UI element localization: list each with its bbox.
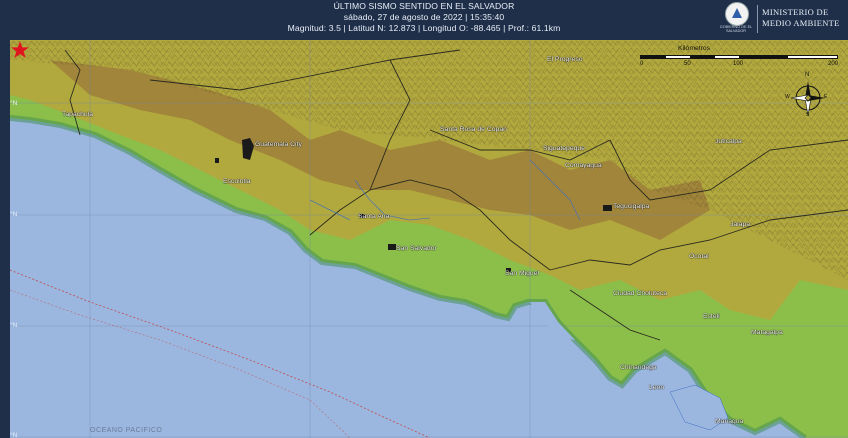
scale-tick-0: 0 [640, 61, 644, 67]
place-tapachula: Tapachula [62, 111, 93, 118]
scale-tick-200: 200 [828, 61, 839, 67]
compass-s: S [806, 112, 810, 118]
place-matagalpa: Matagalpa [751, 329, 783, 336]
place-comayagua: Comayagua [565, 162, 602, 169]
place-managua: Managua [715, 418, 744, 425]
place-ocotal: Ocotal [689, 253, 709, 260]
scale-bar: Kilómetros 0 50 100 200 [640, 45, 838, 67]
place-sansalvador: San Salvador [396, 245, 437, 252]
map-terrain [10, 40, 848, 438]
lat-label-3: °N [10, 322, 18, 329]
lat-label-2: °N [10, 211, 18, 218]
scale-ticks: 0 50 100 200 [640, 61, 838, 69]
header-bar: ÚLTIMO SISMO SENTIDO EN EL SALVADOR sába… [0, 0, 848, 38]
scale-title: Kilómetros [678, 45, 711, 52]
ministry-line-1: MINISTERIO DE [762, 7, 829, 17]
compass-n: N [805, 72, 810, 78]
compass-e: E [824, 94, 828, 100]
place-elprogreso: El Progreso [547, 56, 583, 63]
scale-tick-50: 50 [684, 61, 691, 67]
ocean-label: OCEANO PACIFICO [90, 427, 163, 434]
compass-rose-icon: N S E W [785, 72, 828, 118]
place-juticalpa: Juticalpa [715, 138, 742, 145]
epicenter-star-icon[interactable] [10, 40, 30, 60]
place-choluteca: Ciudad Choluteca [613, 290, 668, 297]
place-siguatepeque: Siguatepeque [543, 145, 585, 152]
place-chinandega: Chinandega [620, 364, 657, 371]
place-santarosa: Santa Rosa de Copan [440, 126, 507, 133]
place-esteli: Esteli [703, 313, 720, 320]
place-jalapa: Jalapa [730, 221, 751, 228]
place-guatemala: Guatemala City [255, 141, 302, 148]
place-sanmiguel: San Miguel [505, 270, 540, 277]
place-escuintla: Escuintla [223, 178, 251, 185]
place-tegucigalpa: Tegucigalpa [613, 203, 650, 210]
seal-icon [725, 2, 749, 26]
place-leon: Leon [649, 384, 665, 391]
compass-w: W [785, 94, 790, 100]
lat-label-1: °N [10, 100, 18, 107]
scale-bar-graphic [640, 55, 838, 59]
header-divider [757, 5, 758, 33]
scale-tick-100: 100 [733, 61, 744, 67]
map-area[interactable]: °N °N °N °N Tapachula Guatemala City Esc… [10, 40, 848, 438]
ministry-line-2: MEDIO AMBIENTE [762, 18, 840, 28]
lat-label-4: °N [10, 432, 18, 438]
ministry-logo-text: MINISTERIO DE MEDIO AMBIENTE [762, 7, 840, 29]
government-seal-logo: GOBIERNO DE EL SALVADOR [716, 0, 756, 38]
gov-caption: GOBIERNO DE EL SALVADOR [719, 25, 753, 34]
place-santaana: Santa Ana [358, 213, 390, 220]
